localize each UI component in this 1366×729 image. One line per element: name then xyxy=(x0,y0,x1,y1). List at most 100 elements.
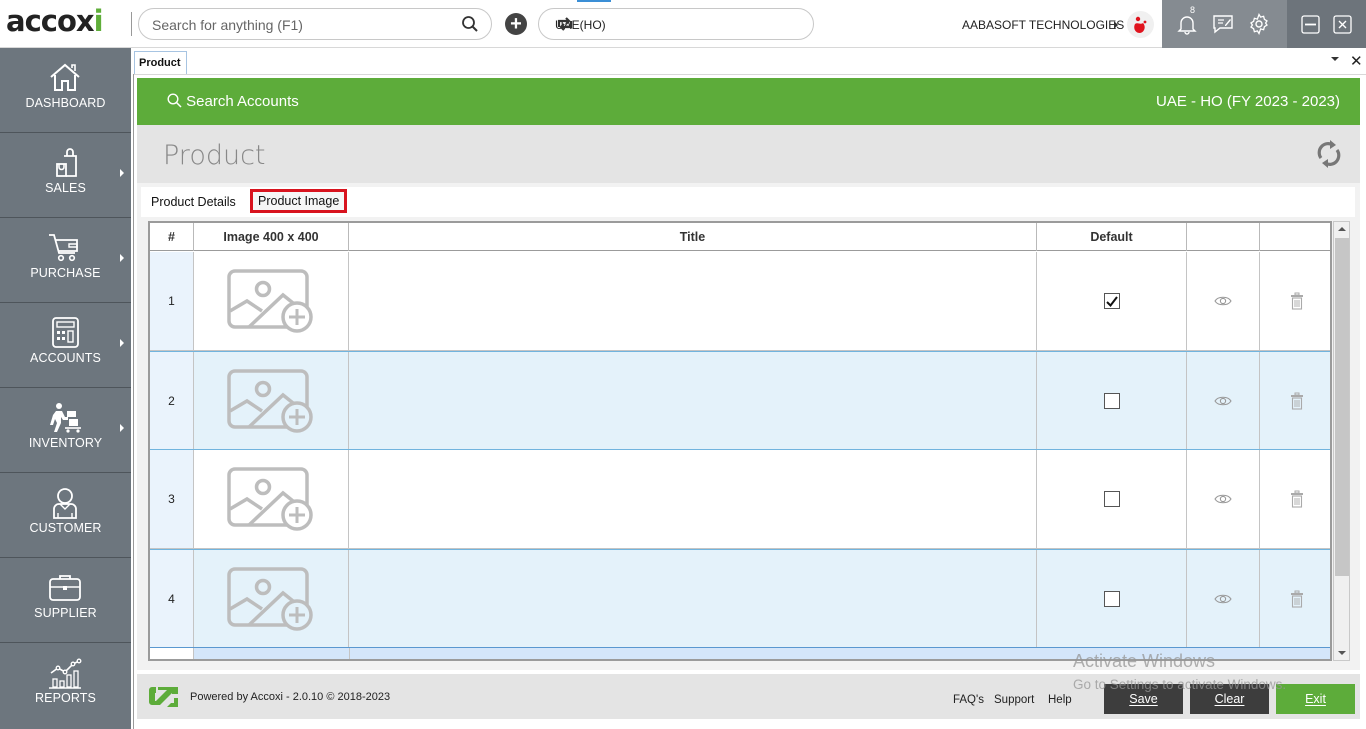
tab-product-details[interactable]: Product Details xyxy=(151,195,236,209)
sidebar-item-label: INVENTORY xyxy=(28,436,103,450)
tab-product-image[interactable]: Product Image xyxy=(250,189,348,213)
tabstrip-divider xyxy=(134,74,1366,75)
column-header-image: Image 400 x 400 xyxy=(194,223,349,251)
accoxi-logo: accoxi xyxy=(6,4,104,38)
search-icon[interactable] xyxy=(461,15,479,38)
faq-link[interactable]: FAQ's xyxy=(953,694,984,706)
plus-circle-icon: + xyxy=(510,13,522,35)
title-cell[interactable] xyxy=(349,450,1037,548)
image-upload-cell[interactable] xyxy=(194,352,349,449)
user-icon xyxy=(53,488,77,519)
sidebar-item-label: PURCHASE xyxy=(30,266,101,280)
view-cell xyxy=(1187,352,1260,449)
image-upload-cell[interactable] xyxy=(194,550,349,647)
scroll-up-arrow[interactable] xyxy=(1338,227,1346,231)
table-row: 4 xyxy=(150,549,1330,648)
eye-icon[interactable] xyxy=(1214,493,1232,505)
table-row: 1 xyxy=(150,252,1330,351)
delete-cell xyxy=(1260,252,1330,350)
trash-icon[interactable] xyxy=(1290,392,1304,410)
caret-right-icon[interactable] xyxy=(1114,21,1118,29)
switch-branch-icon[interactable] xyxy=(555,15,805,36)
sidebar-item-label: ACCOUNTS xyxy=(30,351,101,365)
row-number: 4 xyxy=(150,550,194,647)
close-icon[interactable] xyxy=(1333,15,1352,39)
default-checkbox[interactable] xyxy=(1103,590,1120,607)
activation-watermark-subtitle: Go to Settings to activate Windows. xyxy=(1073,677,1287,692)
help-link[interactable]: Help xyxy=(1048,694,1072,706)
add-image-icon[interactable] xyxy=(227,566,315,631)
table-scrollbar[interactable] xyxy=(1333,221,1350,661)
add-image-icon[interactable] xyxy=(227,368,315,433)
page-title: Product xyxy=(163,140,266,171)
search-accounts-link[interactable]: Search Accounts xyxy=(167,93,299,110)
trash-icon[interactable] xyxy=(1290,490,1304,508)
sidebar-item-reports[interactable]: REPORTS xyxy=(0,643,131,728)
eye-icon[interactable] xyxy=(1214,593,1232,605)
minimize-icon[interactable] xyxy=(1301,15,1320,39)
default-checkbox[interactable] xyxy=(1103,392,1120,409)
global-search-input[interactable] xyxy=(152,15,452,35)
cart-icon xyxy=(49,234,78,262)
sidebar-item-customer[interactable]: CUSTOMER xyxy=(0,473,131,558)
sidebar-item-accounts[interactable]: ACCOUNTS xyxy=(0,303,131,388)
row-number: 2 xyxy=(150,352,194,449)
chart-icon xyxy=(49,658,82,689)
add-image-icon[interactable] xyxy=(227,467,315,531)
sidebar-item-label: CUSTOMER xyxy=(29,521,102,535)
global-search[interactable] xyxy=(138,8,492,40)
logo-divider xyxy=(131,12,132,36)
sidebar-item-dashboard[interactable]: DASHBOARD xyxy=(0,48,131,133)
image-upload-cell[interactable] xyxy=(194,252,349,350)
calculator-icon xyxy=(52,317,79,348)
column-header-delete xyxy=(1260,223,1330,251)
sidebar-item-label: DASHBOARD xyxy=(25,96,106,110)
user-avatar[interactable] xyxy=(1127,11,1154,38)
row-number-cell xyxy=(150,648,194,659)
default-checkbox[interactable] xyxy=(1103,293,1120,309)
close-tab-icon[interactable]: ✕ xyxy=(1350,52,1363,70)
default-checkbox[interactable] xyxy=(1103,491,1120,507)
branch-selector[interactable]: UAE(HO) xyxy=(538,8,814,40)
image-upload-cell[interactable] xyxy=(194,450,349,548)
caret-right-icon xyxy=(120,169,124,177)
exit-button[interactable]: Exit xyxy=(1276,684,1355,714)
message-icon[interactable] xyxy=(1212,13,1234,40)
add-image-icon[interactable] xyxy=(227,269,315,333)
trash-icon[interactable] xyxy=(1290,590,1304,608)
sync-icon[interactable] xyxy=(1316,139,1342,174)
caret-right-icon xyxy=(120,339,124,347)
bell-icon[interactable] xyxy=(1177,13,1197,40)
add-button[interactable]: + xyxy=(505,13,527,35)
title-cell[interactable] xyxy=(349,550,1037,647)
sidebar-item-label: SALES xyxy=(45,181,86,195)
tab-list-dropdown-icon[interactable] xyxy=(1331,57,1339,61)
sidebar-item-purchase[interactable]: PURCHASE xyxy=(0,218,131,303)
default-cell xyxy=(1037,352,1187,449)
column-header-title: Title xyxy=(349,223,1037,251)
accoxi-mark-icon xyxy=(149,687,178,707)
eye-icon[interactable] xyxy=(1214,395,1232,407)
sidebar-item-sales[interactable]: SALES xyxy=(0,133,131,218)
support-link[interactable]: Support xyxy=(994,694,1034,706)
sidebar-item-supplier[interactable]: SUPPLIER xyxy=(0,558,131,643)
sidebar-item-label: REPORTS xyxy=(35,691,96,705)
content-border xyxy=(133,74,134,729)
title-cell[interactable] xyxy=(349,252,1037,350)
title-cell[interactable] xyxy=(349,352,1037,449)
column-header-default: Default xyxy=(1037,223,1187,251)
scroll-thumb[interactable] xyxy=(1335,238,1349,576)
trash-icon[interactable] xyxy=(1290,292,1304,310)
inventory-icon xyxy=(50,403,81,433)
column-header-number: # xyxy=(150,223,194,251)
sidebar-item-inventory[interactable]: INVENTORY xyxy=(0,388,131,473)
doc-tab-product[interactable]: Product xyxy=(134,51,187,74)
scroll-down-arrow[interactable] xyxy=(1338,651,1346,655)
eye-icon[interactable] xyxy=(1214,295,1232,307)
company-name[interactable]: AABASOFT TECHNOLOGIES xyxy=(962,18,1124,32)
table-row: 2 xyxy=(150,351,1330,450)
gear-icon[interactable] xyxy=(1248,12,1270,40)
top-bar: accoxi + UAE(HO) AABASOFT TECHNOLOGIES 8 xyxy=(0,0,1366,48)
delete-cell xyxy=(1260,352,1330,449)
checkmark-icon xyxy=(1105,295,1118,307)
